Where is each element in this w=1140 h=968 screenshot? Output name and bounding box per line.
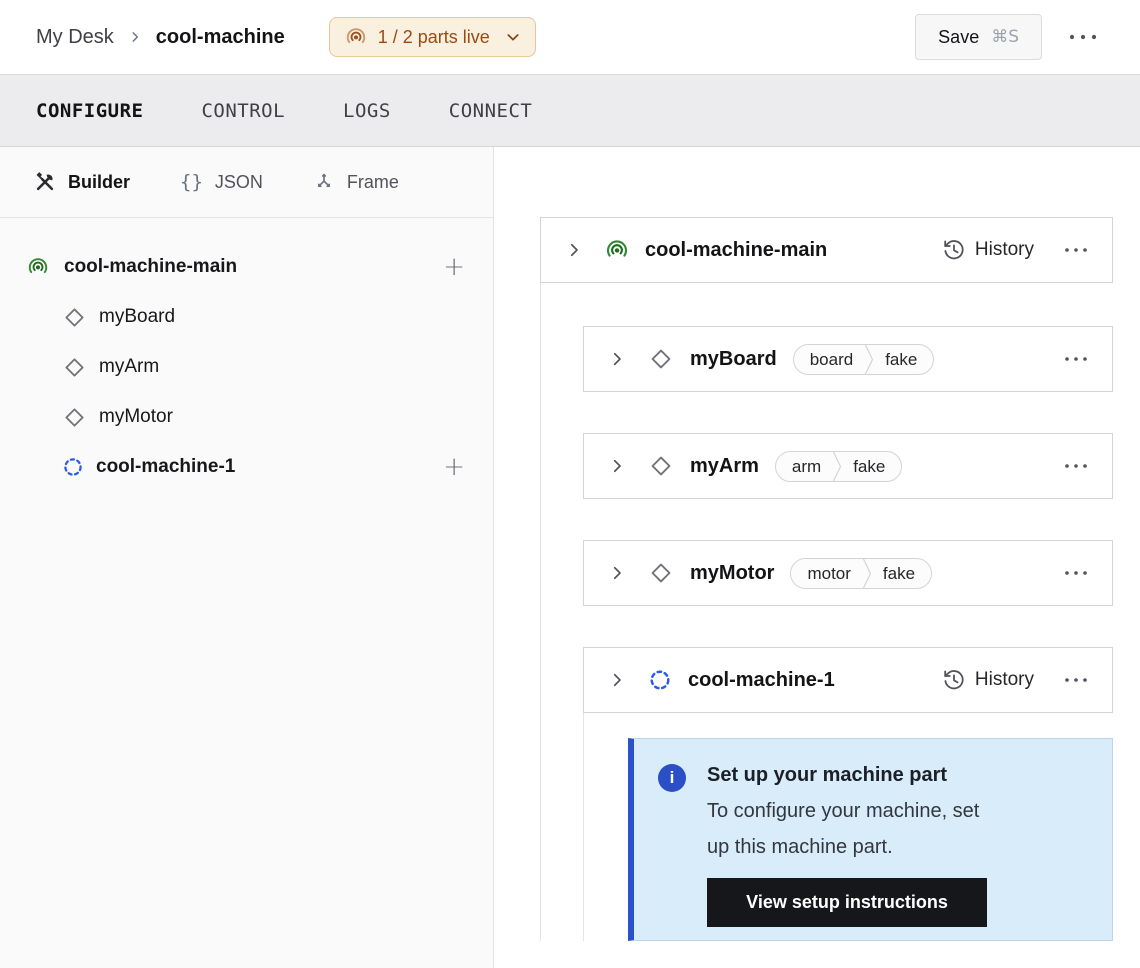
machine-tree: cool-machine-main + myBoard myArm: [0, 218, 493, 492]
expand-chevron-icon[interactable]: [565, 241, 583, 259]
tree-item-label: cool-machine-main: [64, 256, 237, 278]
history-button[interactable]: History: [942, 668, 1034, 692]
diamond-icon: [648, 560, 674, 586]
dashed-circle-icon: [62, 456, 84, 478]
card-overflow-menu-button[interactable]: [1064, 457, 1088, 475]
chevron-right-icon: [128, 30, 142, 44]
page-header: My Desk cool-machine 1 / 2 parts live Sa…: [0, 0, 1140, 75]
card-title: myBoard: [690, 348, 777, 371]
dashed-circle-icon: [648, 668, 672, 692]
tab-logs[interactable]: LOGS: [343, 100, 391, 122]
machine-overflow-menu-button[interactable]: [1066, 27, 1100, 47]
callout-body: To configure your machine, set up this m…: [707, 793, 992, 865]
card-overflow-menu-button[interactable]: [1064, 241, 1088, 259]
view-tab-builder-label: Builder: [68, 172, 130, 193]
breadcrumb-parent-link[interactable]: My Desk: [36, 26, 114, 49]
tree-connector-line: [583, 713, 584, 941]
history-button-label: History: [975, 239, 1034, 261]
tree-item-myarm[interactable]: myArm: [0, 342, 493, 392]
view-tab-builder[interactable]: Builder: [34, 171, 130, 193]
tab-configure[interactable]: CONFIGURE: [36, 100, 143, 122]
tree-item-myboard[interactable]: myBoard: [0, 292, 493, 342]
info-icon: i: [658, 764, 686, 792]
component-type-badge: motor fake: [790, 558, 932, 589]
callout-content: Set up your machine part To configure yo…: [707, 764, 992, 940]
machine-name-title: cool-machine: [156, 26, 285, 49]
card-title: myArm: [690, 455, 759, 478]
status-badge-label: 1 / 2 parts live: [378, 27, 490, 48]
history-button[interactable]: History: [942, 238, 1034, 262]
tree-item-mymotor[interactable]: myMotor: [0, 392, 493, 442]
badge-divider-chevron: [832, 451, 842, 482]
component-card-mymotor: myMotor motor fake: [583, 540, 1113, 606]
badge-type: arm: [776, 451, 832, 482]
main-nav-tabbar: CONFIGURE CONTROL LOGS CONNECT: [0, 75, 1140, 147]
broadcast-icon: [605, 238, 629, 262]
badge-model: fake: [872, 558, 931, 589]
callout-title: Set up your machine part: [707, 764, 992, 787]
view-tab-json[interactable]: {} JSON: [180, 171, 263, 193]
card-title: myMotor: [690, 562, 774, 585]
component-card-myboard: myBoard board fake: [583, 326, 1113, 392]
part-card-cool-machine-1: cool-machine-1 History: [583, 647, 1113, 713]
tab-control[interactable]: CONTROL: [201, 100, 285, 122]
part-card-cool-machine-main: cool-machine-main History: [540, 217, 1113, 283]
card-title: cool-machine-main: [645, 239, 827, 262]
view-tab-frame[interactable]: Frame: [313, 171, 399, 193]
card-title: cool-machine-1: [688, 669, 835, 692]
card-overflow-menu-button[interactable]: [1064, 671, 1088, 689]
axes-icon: [313, 171, 335, 193]
component-card-myarm: myArm arm fake: [583, 433, 1113, 499]
tree-item-cool-machine-1[interactable]: cool-machine-1 +: [0, 442, 493, 492]
view-tab-json-label: JSON: [215, 172, 263, 193]
tab-connect[interactable]: CONNECT: [449, 100, 533, 122]
save-shortcut-hint: ⌘S: [991, 27, 1019, 47]
component-type-badge: board fake: [793, 344, 935, 375]
tree-item-label: myArm: [99, 356, 159, 378]
broadcast-icon: [27, 256, 49, 278]
diamond-icon: [62, 355, 87, 380]
expand-chevron-icon[interactable]: [608, 564, 626, 582]
view-tab-frame-label: Frame: [347, 172, 399, 193]
badge-model: fake: [842, 451, 901, 482]
diamond-icon: [62, 405, 87, 430]
badge-model: fake: [874, 344, 933, 375]
card-overflow-menu-button[interactable]: [1064, 564, 1088, 582]
machine-config-page: My Desk cool-machine 1 / 2 parts live Sa…: [0, 0, 1140, 968]
tree-item-cool-machine-main[interactable]: cool-machine-main +: [0, 242, 493, 292]
component-type-badge: arm fake: [775, 451, 902, 482]
save-button-label: Save: [938, 27, 979, 48]
setup-info-callout: i Set up your machine part To configure …: [628, 738, 1113, 941]
diamond-icon: [648, 346, 674, 372]
badge-type: board: [794, 344, 864, 375]
expand-chevron-icon[interactable]: [608, 457, 626, 475]
chevron-down-icon: [505, 29, 521, 45]
braces-icon: {}: [180, 171, 203, 193]
expand-chevron-icon[interactable]: [608, 671, 626, 689]
broadcast-icon: [345, 26, 367, 48]
expand-chevron-icon[interactable]: [608, 350, 626, 368]
diamond-icon: [62, 305, 87, 330]
tree-item-label: myBoard: [99, 306, 175, 328]
tree-item-label: myMotor: [99, 406, 173, 428]
config-view-tabs: Builder {} JSON Frame: [0, 147, 493, 218]
diamond-icon: [648, 453, 674, 479]
badge-type: motor: [791, 558, 861, 589]
breadcrumb: My Desk cool-machine: [36, 26, 285, 49]
history-button-label: History: [975, 669, 1034, 691]
tree-connector-line: [540, 283, 541, 941]
badge-divider-chevron: [862, 558, 872, 589]
add-component-button[interactable]: +: [443, 457, 465, 477]
add-component-button[interactable]: +: [443, 257, 465, 277]
tree-item-label: cool-machine-1: [96, 456, 235, 478]
config-sidebar: Builder {} JSON Frame: [0, 147, 494, 968]
tools-icon: [34, 171, 56, 193]
view-setup-instructions-button[interactable]: View setup instructions: [707, 878, 987, 927]
save-button[interactable]: Save ⌘S: [915, 14, 1042, 60]
badge-divider-chevron: [864, 344, 874, 375]
card-overflow-menu-button[interactable]: [1064, 350, 1088, 368]
parts-live-status-badge[interactable]: 1 / 2 parts live: [329, 17, 536, 57]
